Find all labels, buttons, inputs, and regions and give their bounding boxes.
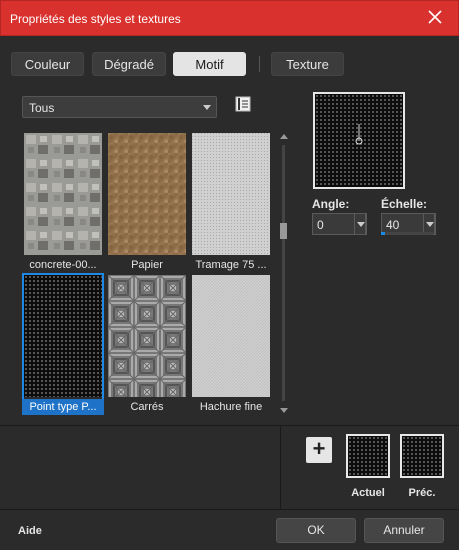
scroll-up-icon[interactable] (280, 134, 288, 139)
tab-motif[interactable]: Motif (173, 52, 246, 76)
scroll-down-icon[interactable] (280, 408, 288, 413)
pattern-item-carres[interactable]: Carrés (106, 273, 188, 413)
pattern-thumbnail-papier (108, 133, 186, 255)
pattern-label: Tramage 75 ... (195, 259, 267, 271)
pattern-grid: concrete-00... Papier Tramage 75 ... Poi… (22, 131, 278, 416)
chevron-down-icon (357, 222, 365, 227)
pattern-label: Carrés (130, 401, 164, 413)
scroll-track[interactable] (282, 145, 285, 401)
current-swatch[interactable] (346, 434, 390, 478)
tab-couleur[interactable]: Couleur (11, 52, 84, 76)
pattern-thumbnail-tramage (192, 133, 270, 255)
ok-button[interactable]: OK (276, 518, 356, 543)
pattern-item-papier[interactable]: Papier (106, 131, 188, 271)
pattern-label: concrete-00... (29, 259, 97, 271)
divider (0, 425, 459, 426)
scroll-thumb[interactable] (280, 223, 287, 239)
title-bar: Propriétés des styles et textures (0, 0, 459, 36)
pattern-thumbnail-hachure (192, 275, 270, 397)
angle-value: 0 (317, 218, 324, 232)
category-dropdown-value: Tous (29, 101, 55, 115)
tab-texture[interactable]: Texture (271, 52, 344, 76)
close-icon[interactable] (426, 8, 444, 26)
pattern-item-tramage[interactable]: Tramage 75 ... (190, 131, 272, 271)
previous-swatch-label: Préc. (408, 487, 436, 499)
current-swatch-label: Actuel (351, 487, 385, 499)
chevron-down-icon (426, 222, 434, 227)
previous-swatch-image (402, 436, 442, 476)
pattern-preview-image (315, 94, 403, 187)
help-link[interactable]: Aide (18, 525, 42, 537)
add-pattern-button[interactable]: + (306, 437, 332, 463)
pattern-scrollbar[interactable] (279, 131, 288, 416)
divider (0, 509, 459, 510)
tab-separator (259, 56, 260, 72)
angle-label: Angle: (312, 197, 350, 211)
divider (280, 426, 281, 509)
pattern-item-hachure[interactable]: Hachure fine (190, 273, 272, 413)
pattern-thumbnail-carres (108, 275, 186, 397)
pattern-label: Papier (131, 259, 163, 271)
angle-dropdown[interactable] (354, 213, 366, 235)
pattern-label: Point type P... (22, 399, 104, 415)
current-swatch-image (348, 436, 388, 476)
category-dropdown[interactable]: Tous (22, 96, 217, 118)
scale-slider[interactable] (381, 232, 433, 235)
pattern-library-icon[interactable] (235, 96, 251, 112)
pattern-thumbnail-point-type (24, 275, 102, 397)
pattern-label: Hachure fine (199, 401, 263, 413)
scale-label: Échelle: (381, 197, 428, 211)
pattern-thumbnail-concrete (24, 133, 102, 255)
tab-degrade[interactable]: Dégradé (92, 52, 166, 76)
pattern-item-concrete[interactable]: concrete-00... (22, 131, 104, 271)
pattern-item-point-type[interactable]: Point type P... (22, 273, 104, 415)
scale-slider-fill (381, 232, 386, 235)
previous-swatch[interactable] (400, 434, 444, 478)
cancel-button[interactable]: Annuler (364, 518, 444, 543)
scale-value: 40 (386, 218, 400, 232)
pattern-preview[interactable] (313, 92, 405, 189)
window-title: Propriétés des styles et textures (10, 12, 181, 26)
chevron-down-icon (203, 105, 211, 110)
